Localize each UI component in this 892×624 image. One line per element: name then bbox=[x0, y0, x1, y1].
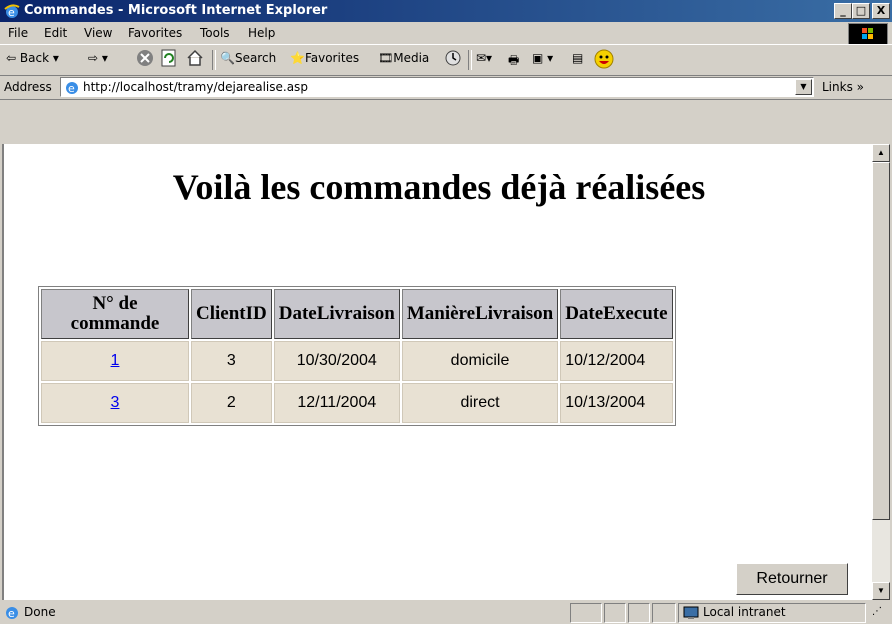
status-pane bbox=[628, 603, 650, 623]
address-url: http://localhost/tramy/dejarealise.asp bbox=[83, 80, 308, 94]
intranet-icon bbox=[683, 606, 699, 619]
table-row: 1 3 10/30/2004 domicile 10/12/2004 bbox=[41, 341, 673, 381]
back-label: Back bbox=[19, 51, 50, 65]
stop-icon[interactable] bbox=[136, 49, 154, 70]
search-button[interactable]: 🔍Search bbox=[220, 51, 276, 65]
search-label: Search bbox=[234, 51, 277, 65]
order-number-cell: 3 bbox=[41, 383, 189, 423]
menu-view[interactable]: View bbox=[84, 26, 112, 40]
page-done-icon: e bbox=[6, 607, 18, 620]
toolbar: ⇦ Back ▾ ⇨ ▾ 🔍Search ⭐Favorites 🎞Media ✉… bbox=[0, 44, 892, 76]
menu-edit[interactable]: Edit bbox=[44, 26, 67, 40]
vertical-scrollbar[interactable]: ▲ ▼ bbox=[872, 144, 890, 600]
status-pane bbox=[652, 603, 676, 623]
header-order-number: N° de commande bbox=[41, 289, 189, 339]
delivery-method-cell: direct bbox=[401, 383, 559, 423]
address-label: Address bbox=[4, 80, 52, 94]
order-link[interactable]: 1 bbox=[111, 352, 120, 369]
menu-help[interactable]: Help bbox=[248, 26, 275, 40]
favorites-icon: ⭐ bbox=[290, 51, 305, 65]
order-number-cell: 1 bbox=[41, 341, 189, 381]
menu-favorites[interactable]: Favorites bbox=[128, 26, 182, 40]
menu-bar: File Edit View Favorites Tools Help bbox=[0, 22, 892, 45]
dropdown-arrow-icon[interactable]: ▾ bbox=[102, 51, 108, 65]
svg-text:e: e bbox=[8, 6, 15, 19]
execute-date-cell: 10/12/2004 bbox=[560, 341, 673, 381]
back-arrow-icon: ⇦ bbox=[6, 51, 17, 65]
header-delivery-method: ManièreLivraison bbox=[401, 289, 559, 339]
title-bar: e Commandes - Microsoft Internet Explore… bbox=[0, 0, 892, 22]
media-label: Media bbox=[393, 51, 430, 65]
links-button[interactable]: Links » bbox=[822, 80, 864, 94]
header-delivery-date: DateLivraison bbox=[273, 289, 400, 339]
zone-label: Local intranet bbox=[703, 605, 786, 619]
orders-table: N° de commande ClientID DateLivraison Ma… bbox=[38, 286, 676, 426]
delivery-date-cell: 10/30/2004 bbox=[273, 341, 400, 381]
delivery-method-cell: domicile bbox=[401, 341, 559, 381]
scroll-up-icon[interactable]: ▲ bbox=[872, 144, 890, 162]
favorites-button[interactable]: ⭐Favorites bbox=[290, 51, 359, 65]
status-pane bbox=[570, 603, 602, 623]
media-icon: 🎞 bbox=[378, 51, 394, 65]
maximize-button[interactable]: □ bbox=[852, 3, 870, 19]
back-button[interactable]: ⇦ Back ▾ bbox=[6, 51, 59, 65]
refresh-icon[interactable] bbox=[160, 49, 178, 70]
order-link[interactable]: 3 bbox=[111, 394, 120, 411]
status-text: Done bbox=[24, 605, 56, 619]
forward-button[interactable]: ⇨ ▾ bbox=[88, 51, 108, 65]
menu-tools[interactable]: Tools bbox=[200, 26, 230, 40]
page-content: Voilà les commandes déjà réalisées N° de… bbox=[2, 144, 874, 600]
resize-grip-icon[interactable]: ⋰ bbox=[872, 606, 882, 617]
address-bar: Address e http://localhost/tramy/dejarea… bbox=[0, 75, 892, 100]
table-row: 3 2 12/11/2004 direct 10/13/2004 bbox=[41, 383, 673, 423]
favorites-label: Favorites bbox=[304, 51, 360, 65]
close-button[interactable]: X bbox=[872, 3, 890, 19]
header-execute-date: DateExecute bbox=[560, 289, 673, 339]
mail-icon[interactable]: ✉▾ bbox=[476, 51, 492, 65]
execute-date-cell: 10/13/2004 bbox=[560, 383, 673, 423]
scroll-thumb[interactable] bbox=[872, 162, 890, 520]
page-title: Voilà les commandes déjà réalisées bbox=[172, 167, 706, 207]
page-icon: e bbox=[66, 82, 78, 95]
table-header-row: N° de commande ClientID DateLivraison Ma… bbox=[41, 289, 673, 339]
dropdown-arrow-icon[interactable]: ▾ bbox=[53, 51, 59, 65]
windows-logo-icon bbox=[848, 23, 888, 45]
search-icon: 🔍 bbox=[220, 51, 235, 65]
media-button[interactable]: 🎞Media bbox=[378, 51, 429, 65]
client-id-cell: 3 bbox=[191, 341, 272, 381]
history-icon[interactable] bbox=[444, 49, 462, 70]
address-dropdown-icon[interactable]: ▼ bbox=[795, 79, 812, 95]
zone-pane: Local intranet bbox=[678, 603, 866, 623]
home-icon[interactable] bbox=[186, 49, 204, 70]
svg-text:e: e bbox=[8, 607, 15, 620]
links-label: Links bbox=[822, 80, 853, 94]
delivery-date-cell: 12/11/2004 bbox=[273, 383, 400, 423]
minimize-button[interactable]: _ bbox=[834, 3, 852, 19]
edit-icon[interactable]: ▣ ▾ bbox=[532, 51, 553, 65]
status-pane bbox=[604, 603, 626, 623]
menu-file[interactable]: File bbox=[8, 26, 28, 40]
scroll-down-icon[interactable]: ▼ bbox=[872, 582, 890, 600]
status-bar: e Done Local intranet ⋰ bbox=[0, 600, 892, 624]
window-title: Commandes - Microsoft Internet Explorer bbox=[24, 3, 328, 18]
print-icon[interactable]: 🖶 bbox=[508, 51, 519, 72]
messenger-icon[interactable] bbox=[594, 49, 614, 72]
client-id-cell: 2 bbox=[191, 383, 272, 423]
header-client-id: ClientID bbox=[191, 289, 272, 339]
address-input[interactable]: e http://localhost/tramy/dejarealise.asp… bbox=[60, 77, 814, 97]
svg-text:e: e bbox=[68, 82, 75, 95]
discuss-icon[interactable]: ▤ bbox=[572, 51, 583, 65]
ie-icon: e bbox=[4, 4, 20, 19]
return-button[interactable]: Retourner bbox=[736, 563, 848, 595]
